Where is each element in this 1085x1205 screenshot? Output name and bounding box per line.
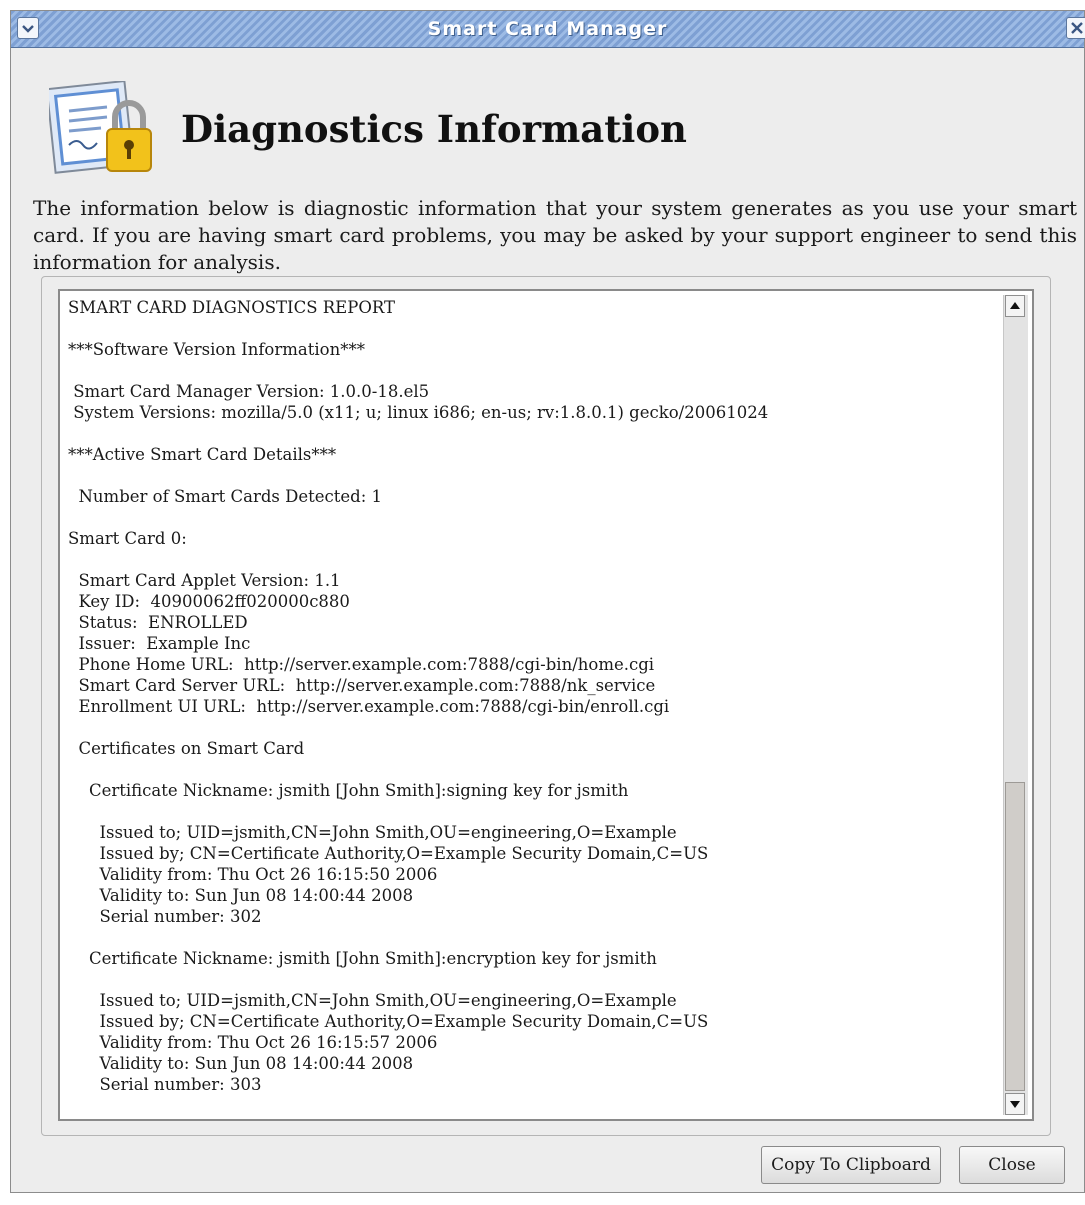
report-line: Smart Card 0:: [68, 529, 187, 548]
report-line: [68, 360, 1008, 381]
arrow-down-icon: [1010, 1101, 1020, 1108]
report-line: System Versions: mozilla/5.0 (x11; u; li…: [68, 403, 769, 422]
report-line: Validity from: Thu Oct 26 16:15:50 2006: [68, 865, 438, 884]
report-line: Validity to: Sun Jun 08 14:00:44 2008: [68, 1054, 414, 1073]
report-line: [68, 969, 1008, 990]
diagnostics-report-textarea[interactable]: SMART CARD DIAGNOSTICS REPORT ***Software…: [58, 289, 1034, 1121]
report-line: ***Software Version Information***: [68, 340, 365, 359]
arrow-up-icon: [1010, 302, 1020, 309]
close-icon: [1071, 22, 1083, 34]
report-line: Smart Card Server URL: http://server.exa…: [68, 676, 656, 695]
report-line: [68, 801, 1008, 822]
scroll-thumb[interactable]: [1005, 782, 1025, 1091]
report-line: Issued to; UID=jsmith,CN=John Smith,OU=e…: [68, 823, 677, 842]
report-text: SMART CARD DIAGNOSTICS REPORT ***Software…: [68, 297, 1008, 1095]
report-line: [68, 507, 1008, 528]
scroll-up-button[interactable]: [1005, 295, 1025, 317]
report-line: [68, 318, 1008, 339]
report-line: Certificate Nickname: jsmith [John Smith…: [68, 781, 629, 800]
window-close-button[interactable]: [1066, 17, 1085, 39]
report-line: Serial number: 302: [68, 907, 262, 926]
report-line: Issued by; CN=Certificate Authority,O=Ex…: [68, 1012, 709, 1031]
report-line: Enrollment UI URL: http://server.example…: [68, 697, 670, 716]
report-line: Issued by; CN=Certificate Authority,O=Ex…: [68, 844, 709, 863]
report-line: Issuer: Example Inc: [68, 634, 251, 653]
copy-to-clipboard-button[interactable]: Copy To Clipboard: [761, 1146, 941, 1184]
report-panel: SMART CARD DIAGNOSTICS REPORT ***Software…: [41, 276, 1051, 1136]
page-title: Diagnostics Information: [181, 107, 687, 151]
report-line: [68, 465, 1008, 486]
report-line: Validity from: Thu Oct 26 16:15:57 2006: [68, 1033, 438, 1052]
report-line: Key ID: 40900062ff020000c880: [68, 592, 350, 611]
report-line: Certificates on Smart Card: [68, 739, 305, 758]
report-line: Certificate Nickname: jsmith [John Smith…: [68, 949, 657, 968]
report-line: [68, 549, 1008, 570]
scroll-track[interactable]: [1005, 319, 1025, 1091]
report-line: Validity to: Sun Jun 08 14:00:44 2008: [68, 886, 414, 905]
report-line: Phone Home URL: http://server.example.co…: [68, 655, 655, 674]
report-line: [68, 717, 1008, 738]
report-line: Serial number: 303: [68, 1075, 262, 1094]
report-line: Smart Card Manager Version: 1.0.0-18.el5: [68, 382, 430, 401]
window-title: Smart Card Manager: [427, 18, 668, 40]
report-line: [68, 927, 1008, 948]
intro-text: The information below is diagnostic info…: [33, 196, 1077, 274]
report-line: Number of Smart Cards Detected: 1: [68, 487, 383, 506]
certificate-lock-icon: [49, 81, 152, 174]
report-line: Status: ENROLLED: [68, 613, 248, 632]
report-line: Smart Card Applet Version: 1.1: [68, 571, 341, 590]
title-bar[interactable]: Smart Card Manager: [11, 11, 1085, 48]
report-line: [68, 423, 1008, 444]
close-button[interactable]: Close: [959, 1146, 1065, 1184]
report-line: Issued to; UID=jsmith,CN=John Smith,OU=e…: [68, 991, 677, 1010]
vertical-scrollbar[interactable]: [1003, 295, 1028, 1115]
scroll-down-button[interactable]: [1005, 1093, 1025, 1115]
report-line: SMART CARD DIAGNOSTICS REPORT: [68, 298, 395, 317]
report-line: [68, 759, 1008, 780]
report-line: ***Active Smart Card Details***: [68, 445, 337, 464]
smart-card-manager-window: Smart Card Manager Diagnostics Informati…: [10, 10, 1085, 1193]
